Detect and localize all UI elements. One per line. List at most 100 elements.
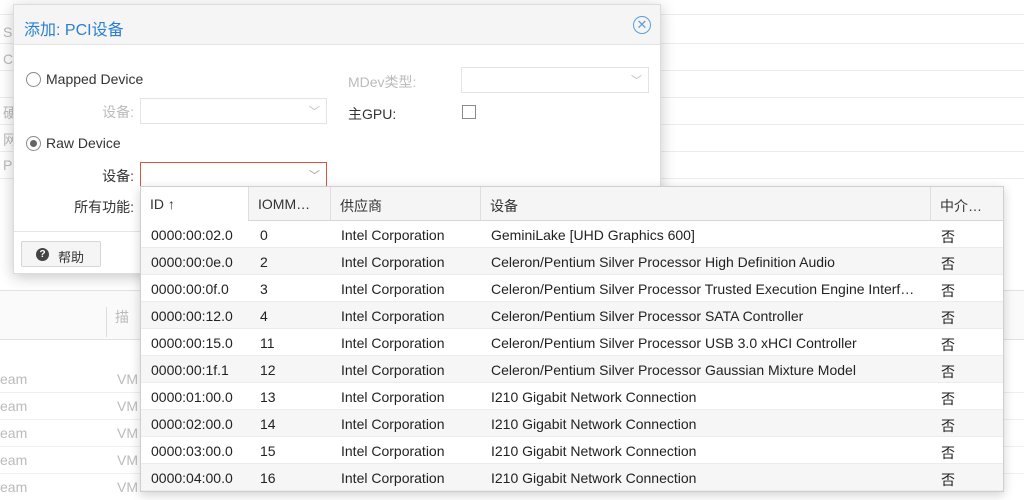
- primary-gpu-label: 主GPU:: [348, 106, 397, 122]
- cell-vendor: Intel Corporation: [341, 470, 445, 486]
- mdev-type-combo[interactable]: ﹀: [461, 67, 649, 93]
- cell-mdev: 否: [941, 229, 955, 245]
- cell-id: 0000:01:00.0: [151, 389, 233, 405]
- cell-mdev: 否: [941, 364, 955, 380]
- raw-device-combo[interactable]: ﹀: [140, 162, 327, 188]
- cell-id: 0000:00:12.0: [151, 308, 233, 324]
- bg-row-cell: eam: [0, 398, 28, 414]
- cell-id: 0000:00:0e.0: [151, 254, 233, 270]
- bg-description-header: 描: [106, 307, 129, 337]
- column-header-vendor[interactable]: 供应商: [331, 187, 481, 221]
- all-functions-label: 所有功能:: [74, 199, 134, 215]
- cell-vendor: Intel Corporation: [341, 416, 445, 432]
- mapped-device-radio[interactable]: [26, 72, 41, 87]
- cell-device: GeminiLake [UHD Graphics 600]: [491, 227, 695, 243]
- bg-row-cell: VM: [117, 371, 138, 387]
- cell-vendor: Intel Corporation: [341, 254, 445, 270]
- bg-row-cell: VM: [117, 398, 138, 414]
- cell-vendor: Intel Corporation: [341, 443, 445, 459]
- table-row[interactable]: 0000:02:00.0 14 Intel Corporation I210 Giga…: [141, 410, 1003, 437]
- table-row[interactable]: 0000:03:00.0 15 Intel Corporation I210 Giga…: [141, 437, 1003, 464]
- mdev-type-label: MDev类型:: [348, 74, 417, 90]
- cell-iommu: 16: [260, 470, 276, 486]
- bg-row-cell: VM: [117, 452, 138, 468]
- cell-device: I210 Gigabit Network Connection: [491, 416, 697, 432]
- table-row[interactable]: 0000:01:00.0 13 Intel Corporation I210 Giga…: [141, 383, 1003, 410]
- mapped-device-field-label: 设备:: [102, 104, 134, 120]
- cell-mdev: 否: [941, 391, 955, 407]
- cell-mdev: 否: [941, 310, 955, 326]
- cell-device: I210 Gigabit Network Connection: [491, 443, 697, 459]
- cell-id: 0000:00:02.0: [151, 227, 233, 243]
- cell-iommu: 13: [260, 389, 276, 405]
- cell-iommu: 2: [260, 254, 268, 270]
- cell-iommu: 0: [260, 227, 268, 243]
- cell-id: 0000:00:15.0: [151, 335, 233, 351]
- help-button[interactable]: ? 帮助: [21, 241, 101, 267]
- chevron-down-icon: ﹀: [309, 170, 320, 182]
- cell-device: Celeron/Pentium Silver Processor High De…: [491, 254, 835, 270]
- dialog-header: 添加: PCI设备 ✕: [14, 5, 660, 45]
- dialog-title: 添加: PCI设备: [24, 22, 124, 39]
- cell-id: 0000:00:0f.0: [151, 281, 229, 297]
- cell-vendor: Intel Corporation: [341, 281, 445, 297]
- column-header-mdev[interactable]: 中介…: [931, 187, 1003, 221]
- bg-row-cell: VM: [117, 425, 138, 441]
- cell-id: 0000:04:00.0: [151, 470, 233, 486]
- cell-device: Celeron/Pentium Silver Processor USB 3.0…: [491, 335, 857, 351]
- cell-mdev: 否: [941, 472, 955, 488]
- table-row[interactable]: 0000:00:1f.1 12 Intel Corporation Celeron/P…: [141, 356, 1003, 383]
- question-circle-icon: ?: [36, 248, 49, 261]
- chevron-down-icon: ﹀: [631, 75, 642, 87]
- close-icon[interactable]: ✕: [633, 16, 651, 34]
- cell-iommu: 15: [260, 443, 276, 459]
- mapped-device-label: Mapped Device: [46, 71, 144, 87]
- cell-vendor: Intel Corporation: [341, 362, 445, 378]
- chevron-down-icon: ﹀: [309, 106, 320, 118]
- bg-row-cell: eam: [0, 371, 28, 387]
- cell-id: 0000:00:1f.1: [151, 362, 229, 378]
- cell-device: Celeron/Pentium Silver Processor Trusted…: [491, 281, 915, 297]
- cell-vendor: Intel Corporation: [341, 308, 445, 324]
- raw-device-radio[interactable]: [26, 136, 41, 151]
- cell-device: Celeron/Pentium Silver Processor Gaussia…: [491, 362, 856, 378]
- cell-vendor: Intel Corporation: [341, 227, 445, 243]
- cell-vendor: Intel Corporation: [341, 389, 445, 405]
- cell-iommu: 4: [260, 308, 268, 324]
- column-header-iommu[interactable]: IOMM…: [249, 187, 331, 221]
- cell-device: Celeron/Pentium Silver Processor SATA Co…: [491, 308, 804, 324]
- cell-id: 0000:03:00.0: [151, 443, 233, 459]
- bg-side-letter: C: [3, 51, 14, 67]
- table-row[interactable]: 0000:04:00.0 16 Intel Corporation I210 Giga…: [141, 464, 1003, 491]
- bg-row-cell: eam: [0, 479, 28, 495]
- cell-device: I210 Gigabit Network Connection: [491, 470, 697, 486]
- column-header-device[interactable]: 设备: [481, 187, 931, 221]
- help-button-label: 帮助: [58, 250, 85, 265]
- table-row[interactable]: 0000:00:0e.0 2 Intel Corporation Celeron/Pe…: [141, 248, 1003, 275]
- bg-row-cell: VM: [117, 479, 138, 495]
- bg-row-cell: eam: [0, 452, 28, 468]
- raw-device-label: Raw Device: [46, 135, 121, 151]
- cell-iommu: 14: [260, 416, 276, 432]
- primary-gpu-checkbox[interactable]: [462, 105, 476, 119]
- table-row[interactable]: 0000:00:0f.0 3 Intel Corporation Celeron/Pe…: [141, 275, 1003, 302]
- bg-row-cell: eam: [0, 425, 28, 441]
- table-row[interactable]: 0000:00:15.0 11 Intel Corporation Celeron/P…: [141, 329, 1003, 356]
- table-row[interactable]: 0000:00:12.0 4 Intel Corporation Celeron/Pe…: [141, 302, 1003, 329]
- cell-mdev: 否: [941, 337, 955, 353]
- raw-device-field-label: 设备:: [102, 168, 134, 184]
- cell-iommu: 11: [260, 335, 275, 351]
- cell-id: 0000:02:00.0: [151, 416, 233, 432]
- column-header-id[interactable]: ID ↑: [141, 187, 249, 221]
- pci-device-picker-grid: ID ↑ IOMM… 供应商 设备 中介… 0000:00:02.0 0 Intel…: [140, 186, 1004, 492]
- cell-iommu: 3: [260, 281, 268, 297]
- mapped-device-combo[interactable]: ﹀: [140, 98, 327, 124]
- cell-mdev: 否: [941, 418, 955, 434]
- cell-vendor: Intel Corporation: [341, 335, 445, 351]
- cell-device: I210 Gigabit Network Connection: [491, 389, 697, 405]
- table-row[interactable]: 0000:00:02.0 0 Intel Corporation GeminiLake…: [141, 221, 1003, 248]
- cell-mdev: 否: [941, 445, 955, 461]
- grid-header: ID ↑ IOMM… 供应商 设备 中介…: [141, 187, 1003, 221]
- cell-iommu: 12: [260, 362, 276, 378]
- cell-mdev: 否: [941, 256, 955, 272]
